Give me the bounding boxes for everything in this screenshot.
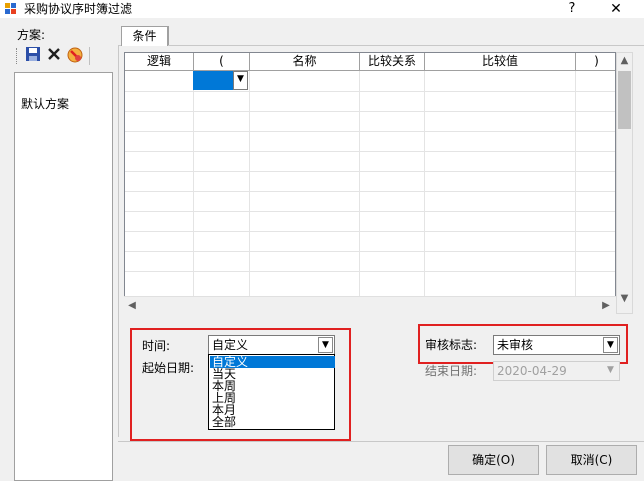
chevron-down-icon[interactable]: ▼ <box>233 71 248 90</box>
grid-horizontal-scrollbar[interactable]: ◀ ▶ <box>124 296 616 314</box>
grid-line <box>193 71 194 297</box>
toolbar-grip <box>16 48 19 64</box>
end-date-label: 结束日期: <box>425 364 478 378</box>
grid-vertical-scrollbar[interactable]: ▲ ▼ <box>616 52 633 314</box>
window-title: 采购协议序时簿过滤 <box>24 2 133 16</box>
cancel-icon[interactable] <box>66 46 84 64</box>
help-button[interactable]: ? <box>560 0 584 18</box>
time-select-value: 自定义 <box>212 338 249 352</box>
scroll-right-icon[interactable]: ▶ <box>600 300 612 311</box>
title-bar: 采购协议序时簿过滤 ? ✕ <box>0 0 644 18</box>
open-paren-selection <box>193 71 233 90</box>
ok-button[interactable]: 确定(O) <box>448 445 539 475</box>
time-option-all[interactable]: 全部 <box>210 416 335 428</box>
grid-line <box>125 151 615 152</box>
column-header-value[interactable]: 比较值 <box>425 53 576 71</box>
column-header-name[interactable]: 名称 <box>250 53 360 71</box>
column-header-close-paren[interactable]: ) <box>576 53 615 71</box>
close-button[interactable]: ✕ <box>604 0 628 18</box>
grid-line <box>575 71 576 297</box>
grid-line <box>125 211 615 212</box>
grid-line <box>125 131 615 132</box>
time-options-list[interactable]: 自定义 当天 本周 上周 本月 全部 <box>208 354 335 430</box>
time-select[interactable]: 自定义 ▼ <box>208 335 335 355</box>
grid-line <box>125 191 615 192</box>
grid-line <box>125 231 615 232</box>
scheme-label: 方案: <box>17 28 46 42</box>
audit-select[interactable]: 未审核 ▼ <box>493 335 620 355</box>
tab-conditions[interactable]: 条件 <box>121 26 168 46</box>
chevron-down-icon[interactable]: ▼ <box>318 337 333 353</box>
column-header-open-paren[interactable]: ( <box>194 53 250 71</box>
scroll-down-icon[interactable]: ▼ <box>617 293 632 304</box>
grid-line <box>125 111 615 112</box>
toolbar-separator <box>89 47 90 65</box>
scroll-up-icon[interactable]: ▲ <box>617 55 632 66</box>
condition-grid[interactable]: 逻辑 ( 名称 比较关系 比较值 ) <box>124 52 616 314</box>
scheme-toolbar <box>16 45 94 67</box>
scroll-thumb[interactable] <box>618 71 631 129</box>
scheme-list[interactable]: 默认方案 <box>14 72 113 481</box>
scheme-item-default[interactable]: 默认方案 <box>21 95 69 112</box>
open-paren-combo[interactable]: ▼ <box>193 71 248 90</box>
tab-divider <box>168 26 169 45</box>
grid-line <box>125 171 615 172</box>
grid-line <box>125 271 615 272</box>
grid-line <box>359 71 360 297</box>
chevron-down-icon[interactable]: ▼ <box>603 363 618 379</box>
grid-line <box>125 251 615 252</box>
app-icon <box>4 2 18 16</box>
end-date-picker[interactable]: 2020-04-29 ▼ <box>493 361 620 381</box>
audit-select-value: 未审核 <box>497 338 534 352</box>
grid-line <box>424 71 425 297</box>
delete-icon[interactable] <box>45 46 63 64</box>
grid-line <box>125 91 615 92</box>
column-header-logic[interactable]: 逻辑 <box>125 53 194 71</box>
grid-header: 逻辑 ( 名称 比较关系 比较值 ) <box>125 53 615 71</box>
time-label: 时间: <box>142 339 171 353</box>
audit-label: 审核标志: <box>425 338 478 352</box>
column-header-comparison[interactable]: 比较关系 <box>360 53 425 71</box>
footer-divider <box>118 441 644 442</box>
end-date-value: 2020-04-29 <box>497 364 567 378</box>
start-date-label: 起始日期: <box>142 361 195 375</box>
grid-line <box>249 71 250 297</box>
save-icon[interactable] <box>24 46 42 64</box>
chevron-down-icon[interactable]: ▼ <box>603 337 618 353</box>
cancel-button[interactable]: 取消(C) <box>546 445 637 475</box>
scroll-left-icon[interactable]: ◀ <box>126 300 138 311</box>
